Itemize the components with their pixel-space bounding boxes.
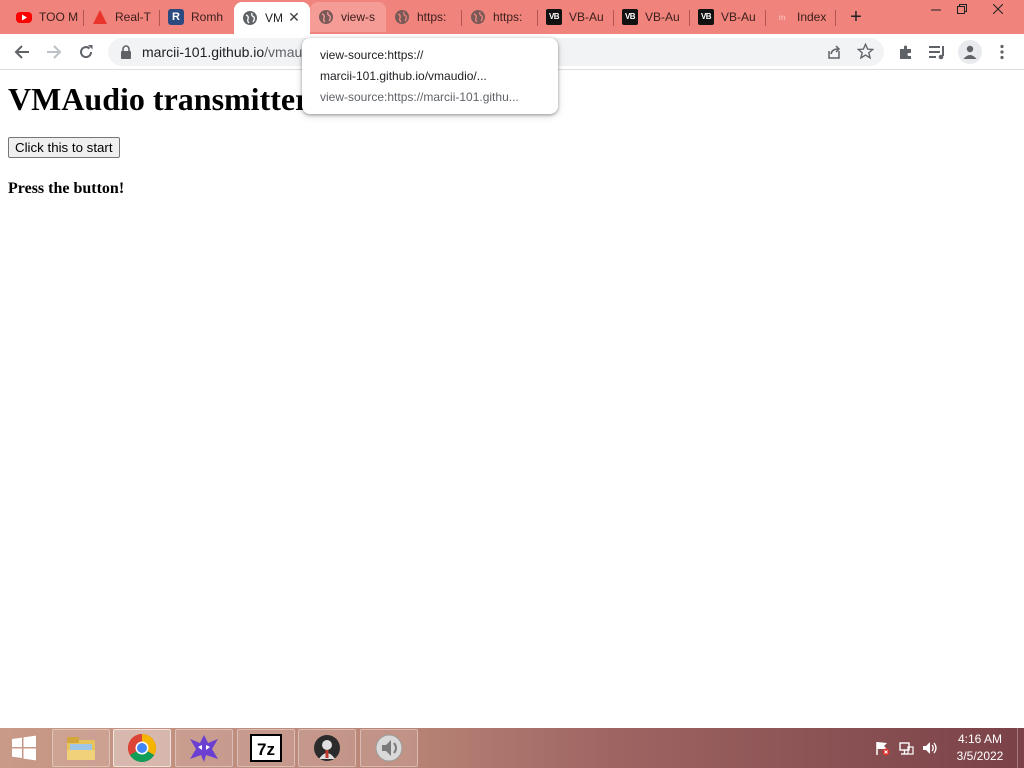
clock-time: 4:16 AM — [957, 732, 1003, 746]
app-icon — [314, 735, 340, 761]
youtube-icon — [16, 11, 32, 23]
speaker-app-icon — [375, 734, 403, 762]
network-icon[interactable] — [896, 738, 916, 758]
r-logo-icon: R — [168, 9, 184, 25]
tab-title: https: — [493, 10, 523, 24]
tab-youtube[interactable]: TOO M — [8, 2, 84, 32]
url-host: marcii-101.github.io — [142, 44, 265, 60]
svg-text:7z: 7z — [257, 740, 275, 759]
hover-card-title-line1: view-source:https:// — [320, 48, 424, 62]
share-icon[interactable] — [826, 44, 842, 65]
vb-audio-icon: VB — [622, 9, 638, 25]
url-path: /vmau — [264, 44, 303, 60]
tab-title: Real-T — [115, 10, 152, 24]
volume-icon[interactable] — [920, 738, 940, 758]
globe-icon — [318, 9, 334, 25]
start-button-windows[interactable] — [4, 732, 44, 764]
close-tab-icon[interactable]: ✕ — [286, 9, 302, 25]
taskbar-app-1[interactable] — [175, 729, 233, 767]
new-tab-button[interactable]: + — [845, 6, 867, 28]
tab-index[interactable]: m Index — [766, 2, 836, 32]
system-clock[interactable]: 4:16 AM 3/5/2022 — [944, 731, 1016, 765]
reload-icon — [80, 45, 93, 59]
browser-tabstrip: TOO M Real-T R Romh VM ✕ view-s https: h… — [0, 0, 1024, 34]
tab-https-2[interactable]: https: — [462, 2, 538, 32]
status-text: Press the button! — [8, 180, 125, 197]
vb-audio-icon: VB — [698, 9, 714, 25]
profile-avatar-icon[interactable] — [958, 40, 982, 64]
tab-vb-audio-1[interactable]: VB VB-Au — [538, 2, 614, 32]
web-page: VMAudio transmitter Click this to start … — [0, 71, 1024, 728]
tab-title: view-s — [341, 10, 376, 24]
tab-romh[interactable]: R Romh — [160, 2, 236, 32]
back-button[interactable] — [10, 40, 34, 64]
tab-title: TOO M — [39, 10, 79, 24]
app-icon — [190, 735, 218, 762]
taskbar-7zip[interactable]: 7z — [237, 729, 295, 767]
forward-button[interactable] — [42, 40, 66, 64]
taskbar-app-2[interactable] — [298, 729, 356, 767]
tab-title: VB-Au — [721, 10, 756, 24]
tab-title: Index — [797, 10, 827, 24]
tab-title: VB-Au — [569, 10, 604, 24]
page-heading: VMAudio transmitter — [8, 81, 310, 117]
windows-taskbar: 7z 4:16 AM 3/5/2022 — [0, 728, 1024, 768]
back-arrow-icon — [14, 45, 29, 59]
taskbar-app-3[interactable] — [360, 729, 418, 767]
taskbar-file-explorer[interactable] — [52, 729, 110, 767]
tab-title: VM — [265, 11, 283, 25]
lock-icon[interactable] — [120, 45, 132, 64]
tab-view-source[interactable]: view-s — [310, 2, 386, 32]
tab-vb-audio-2[interactable]: VB VB-Au — [614, 2, 690, 32]
forward-arrow-icon — [47, 45, 62, 59]
reload-button[interactable] — [74, 40, 98, 64]
tab-title: VB-Au — [645, 10, 680, 24]
vb-audio-icon: VB — [546, 9, 562, 25]
extensions-puzzle-icon[interactable] — [896, 42, 916, 62]
globe-icon — [470, 9, 486, 25]
warning-triangle-icon — [92, 9, 108, 25]
windows-logo-icon — [12, 735, 36, 761]
hover-card-title-line2: marcii-101.github.io/vmaudio/... — [320, 69, 487, 83]
tab-vmaudio-active[interactable]: VM ✕ — [234, 2, 310, 34]
media-queue-icon[interactable] — [927, 42, 947, 62]
show-desktop-button[interactable] — [1017, 728, 1024, 768]
close-window-button[interactable] — [982, 0, 1014, 22]
hover-card-url: view-source:https://marcii-101.githu... — [320, 90, 519, 104]
tab-title: https: — [417, 10, 447, 24]
globe-icon — [394, 9, 410, 25]
kebab-menu-icon[interactable] — [992, 42, 1012, 62]
url-text: marcii-101.github.io/vmau — [142, 44, 312, 60]
action-center-flag-icon[interactable] — [872, 738, 892, 758]
start-button[interactable]: Click this to start — [8, 137, 120, 158]
tab-title: Romh — [191, 10, 224, 24]
bookmark-star-icon[interactable] — [856, 42, 875, 65]
clock-date: 3/5/2022 — [956, 749, 1004, 763]
tab-real-t[interactable]: Real-T — [84, 2, 160, 32]
tab-hover-card: view-source:https:// marcii-101.github.i… — [302, 38, 558, 114]
dim-logo-icon: m — [778, 12, 786, 22]
chrome-icon — [128, 734, 156, 762]
restore-button[interactable] — [946, 0, 978, 22]
taskbar-chrome[interactable] — [113, 729, 171, 767]
windows-explorer-icon — [67, 737, 95, 760]
7zip-icon: 7z — [250, 734, 282, 762]
tab-https-1[interactable]: https: — [386, 2, 462, 32]
globe-icon — [242, 10, 258, 26]
tab-vb-audio-3[interactable]: VB VB-Au — [690, 2, 766, 32]
